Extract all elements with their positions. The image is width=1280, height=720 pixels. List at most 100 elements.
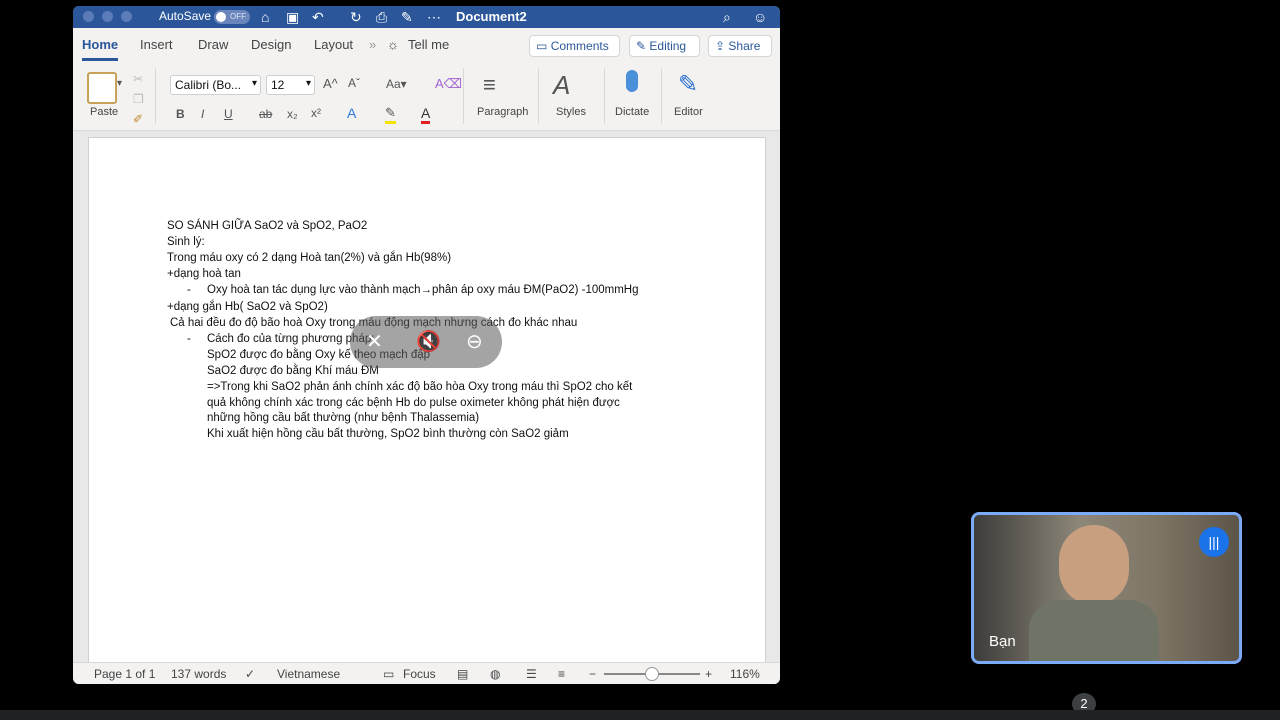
styles-icon[interactable]: A bbox=[553, 70, 570, 101]
page-count[interactable]: Page 1 of 1 bbox=[94, 667, 155, 681]
doc-bullet: - bbox=[187, 284, 191, 296]
outline-view-icon[interactable]: ☰ bbox=[526, 667, 537, 681]
zoom-slider[interactable] bbox=[604, 667, 700, 681]
tell-me-search[interactable]: Tell me bbox=[408, 37, 449, 52]
proofing-icon[interactable]: ✓ bbox=[245, 667, 255, 681]
word-count[interactable]: 137 words bbox=[171, 667, 226, 681]
font-name-value: Calibri (Bo... bbox=[175, 78, 242, 92]
paragraph-icon[interactable]: ≡ bbox=[483, 72, 496, 98]
share-button[interactable]: ⇪ Share bbox=[708, 35, 772, 57]
comments-button[interactable]: ▭ Comments bbox=[529, 35, 620, 57]
pencil-icon: ✎ bbox=[636, 39, 647, 53]
paragraph-label: Paragraph bbox=[477, 106, 529, 118]
comment-icon: ▭ bbox=[536, 39, 548, 53]
minimize-window-button[interactable] bbox=[102, 11, 113, 22]
cut-icon[interactable]: ✂ bbox=[133, 72, 143, 86]
editing-label: Editing bbox=[649, 39, 687, 53]
bold-icon[interactable]: B bbox=[176, 107, 185, 121]
home-ribbon: ▾ Paste ✂ ❐ ✐ Calibri (Bo... ▾ 12 ▾ A^ A… bbox=[73, 62, 780, 131]
autosave-toggle[interactable]: OFF bbox=[214, 10, 250, 24]
ribbon-divider bbox=[463, 68, 464, 124]
autosave-state: OFF bbox=[230, 12, 246, 21]
pin-icon[interactable]: ✕ bbox=[366, 329, 383, 354]
language-label[interactable]: Vietnamese bbox=[277, 667, 340, 681]
tab-draw[interactable]: Draw bbox=[198, 37, 228, 52]
increase-font-icon[interactable]: A^ bbox=[323, 76, 338, 91]
document-title: Document2 bbox=[456, 9, 527, 24]
font-color-icon[interactable]: A bbox=[421, 105, 431, 124]
minimize-icon[interactable]: ⊖ bbox=[466, 329, 483, 354]
lightbulb-icon: ☼ bbox=[387, 37, 399, 52]
toggle-knob bbox=[216, 12, 226, 22]
share-people-icon[interactable]: ☺ bbox=[753, 8, 767, 26]
redo-icon[interactable]: ↻ bbox=[350, 8, 362, 26]
chevron-right-icon[interactable]: » bbox=[369, 37, 376, 52]
ribbon-tabs: Home Insert Draw Design Layout » ☼ Tell … bbox=[73, 28, 780, 62]
print-icon[interactable]: ⎙ bbox=[376, 8, 387, 26]
editing-mode-button[interactable]: ✎ Editing bbox=[629, 35, 700, 57]
chevron-down-icon[interactable]: ▾ bbox=[117, 78, 122, 89]
paste-icon[interactable] bbox=[87, 72, 117, 104]
edit-icon[interactable]: ✎ bbox=[401, 8, 413, 26]
participant-face bbox=[1059, 525, 1129, 605]
format-painter-icon[interactable]: ✐ bbox=[133, 112, 143, 126]
text-effects-icon[interactable]: A bbox=[347, 105, 356, 121]
zoom-in-button[interactable]: + bbox=[705, 667, 712, 681]
comments-label: Comments bbox=[550, 39, 609, 53]
print-layout-icon[interactable]: ▤ bbox=[457, 667, 468, 681]
save-icon[interactable]: ▣ bbox=[286, 8, 299, 26]
doc-line: Oxy hoà tan tác dụng lực vào thành mạch→… bbox=[207, 284, 639, 296]
change-case-icon[interactable]: Aa▾ bbox=[386, 77, 407, 91]
dictate-label: Dictate bbox=[615, 106, 650, 118]
underline-icon[interactable]: U bbox=[224, 107, 233, 121]
tab-design[interactable]: Design bbox=[251, 37, 291, 52]
participant-video-tile[interactable]: Bạn ||| bbox=[971, 512, 1242, 664]
web-layout-icon[interactable]: ◍ bbox=[490, 667, 500, 681]
ribbon-divider bbox=[661, 68, 662, 124]
strikethrough-icon[interactable]: ab bbox=[259, 107, 272, 121]
home-icon[interactable]: ⌂ bbox=[261, 8, 269, 26]
document-page[interactable]: SO SÁNH GIỮA SaO2 và SpO2, PaO2 Sinh lý:… bbox=[88, 137, 766, 669]
screen-share-toolbar: ✕ 🔇 ⊖ bbox=[350, 316, 502, 368]
zoom-level[interactable]: 116% bbox=[730, 667, 760, 681]
title-bar: AutoSave OFF ⌂ ▣ ↶ ↻ ⎙ ✎ ⋯ Document2 ⌕ ☺ bbox=[73, 6, 780, 28]
editor-icon[interactable]: ✎ bbox=[678, 70, 698, 99]
chevron-down-icon: ▾ bbox=[305, 78, 311, 89]
more-icon[interactable]: ⋯ bbox=[427, 8, 441, 26]
focus-button[interactable]: Focus bbox=[403, 667, 436, 681]
close-window-button[interactable] bbox=[83, 11, 94, 22]
doc-line: quả không chính xác trong các bệnh Hb do… bbox=[207, 397, 620, 409]
undo-icon[interactable]: ↶ bbox=[312, 8, 324, 26]
ribbon-divider bbox=[538, 68, 539, 124]
doc-line: +dạng gắn Hb( SaO2 và SpO2) bbox=[167, 301, 328, 313]
document-area: SO SÁNH GIỮA SaO2 và SpO2, PaO2 Sinh lý:… bbox=[73, 131, 780, 669]
subscript-icon[interactable]: x₂ bbox=[287, 107, 298, 121]
zoom-window-button[interactable] bbox=[121, 11, 132, 22]
tab-layout[interactable]: Layout bbox=[314, 37, 353, 52]
tab-insert[interactable]: Insert bbox=[140, 37, 173, 52]
copy-icon[interactable]: ❐ bbox=[133, 92, 144, 106]
share-label: Share bbox=[728, 39, 761, 53]
search-icon[interactable]: ⌕ bbox=[723, 8, 731, 26]
ribbon-divider bbox=[155, 68, 156, 124]
superscript-icon[interactable]: x² bbox=[311, 106, 321, 120]
font-size-select[interactable]: 12 ▾ bbox=[266, 75, 315, 95]
mute-icon[interactable]: 🔇 bbox=[416, 329, 441, 354]
font-name-select[interactable]: Calibri (Bo... ▾ bbox=[170, 75, 261, 95]
doc-line: những hồng cầu bất thường (như bệnh Thal… bbox=[207, 412, 480, 424]
highlight-icon[interactable]: ✎ bbox=[385, 105, 396, 124]
clear-formatting-icon[interactable]: A⌫ bbox=[435, 76, 462, 92]
focus-icon[interactable]: ▭ bbox=[383, 667, 394, 681]
tab-home[interactable]: Home bbox=[82, 37, 118, 52]
italic-icon[interactable]: I bbox=[201, 107, 204, 121]
microphone-icon[interactable] bbox=[626, 70, 638, 92]
doc-line: =>Trong khi SaO2 phản ánh chính xác độ b… bbox=[207, 381, 633, 393]
ribbon-divider bbox=[604, 68, 605, 124]
participant-name: Bạn bbox=[989, 633, 1016, 650]
zoom-slider-thumb[interactable] bbox=[645, 667, 659, 681]
zoom-out-button[interactable]: − bbox=[589, 667, 596, 681]
doc-line: SO SÁNH GIỮA SaO2 và SpO2, PaO2 bbox=[167, 220, 368, 232]
decrease-font-icon[interactable]: Aˇ bbox=[348, 76, 360, 90]
active-tab-indicator bbox=[82, 58, 118, 61]
draft-view-icon[interactable]: ≡ bbox=[558, 667, 565, 681]
